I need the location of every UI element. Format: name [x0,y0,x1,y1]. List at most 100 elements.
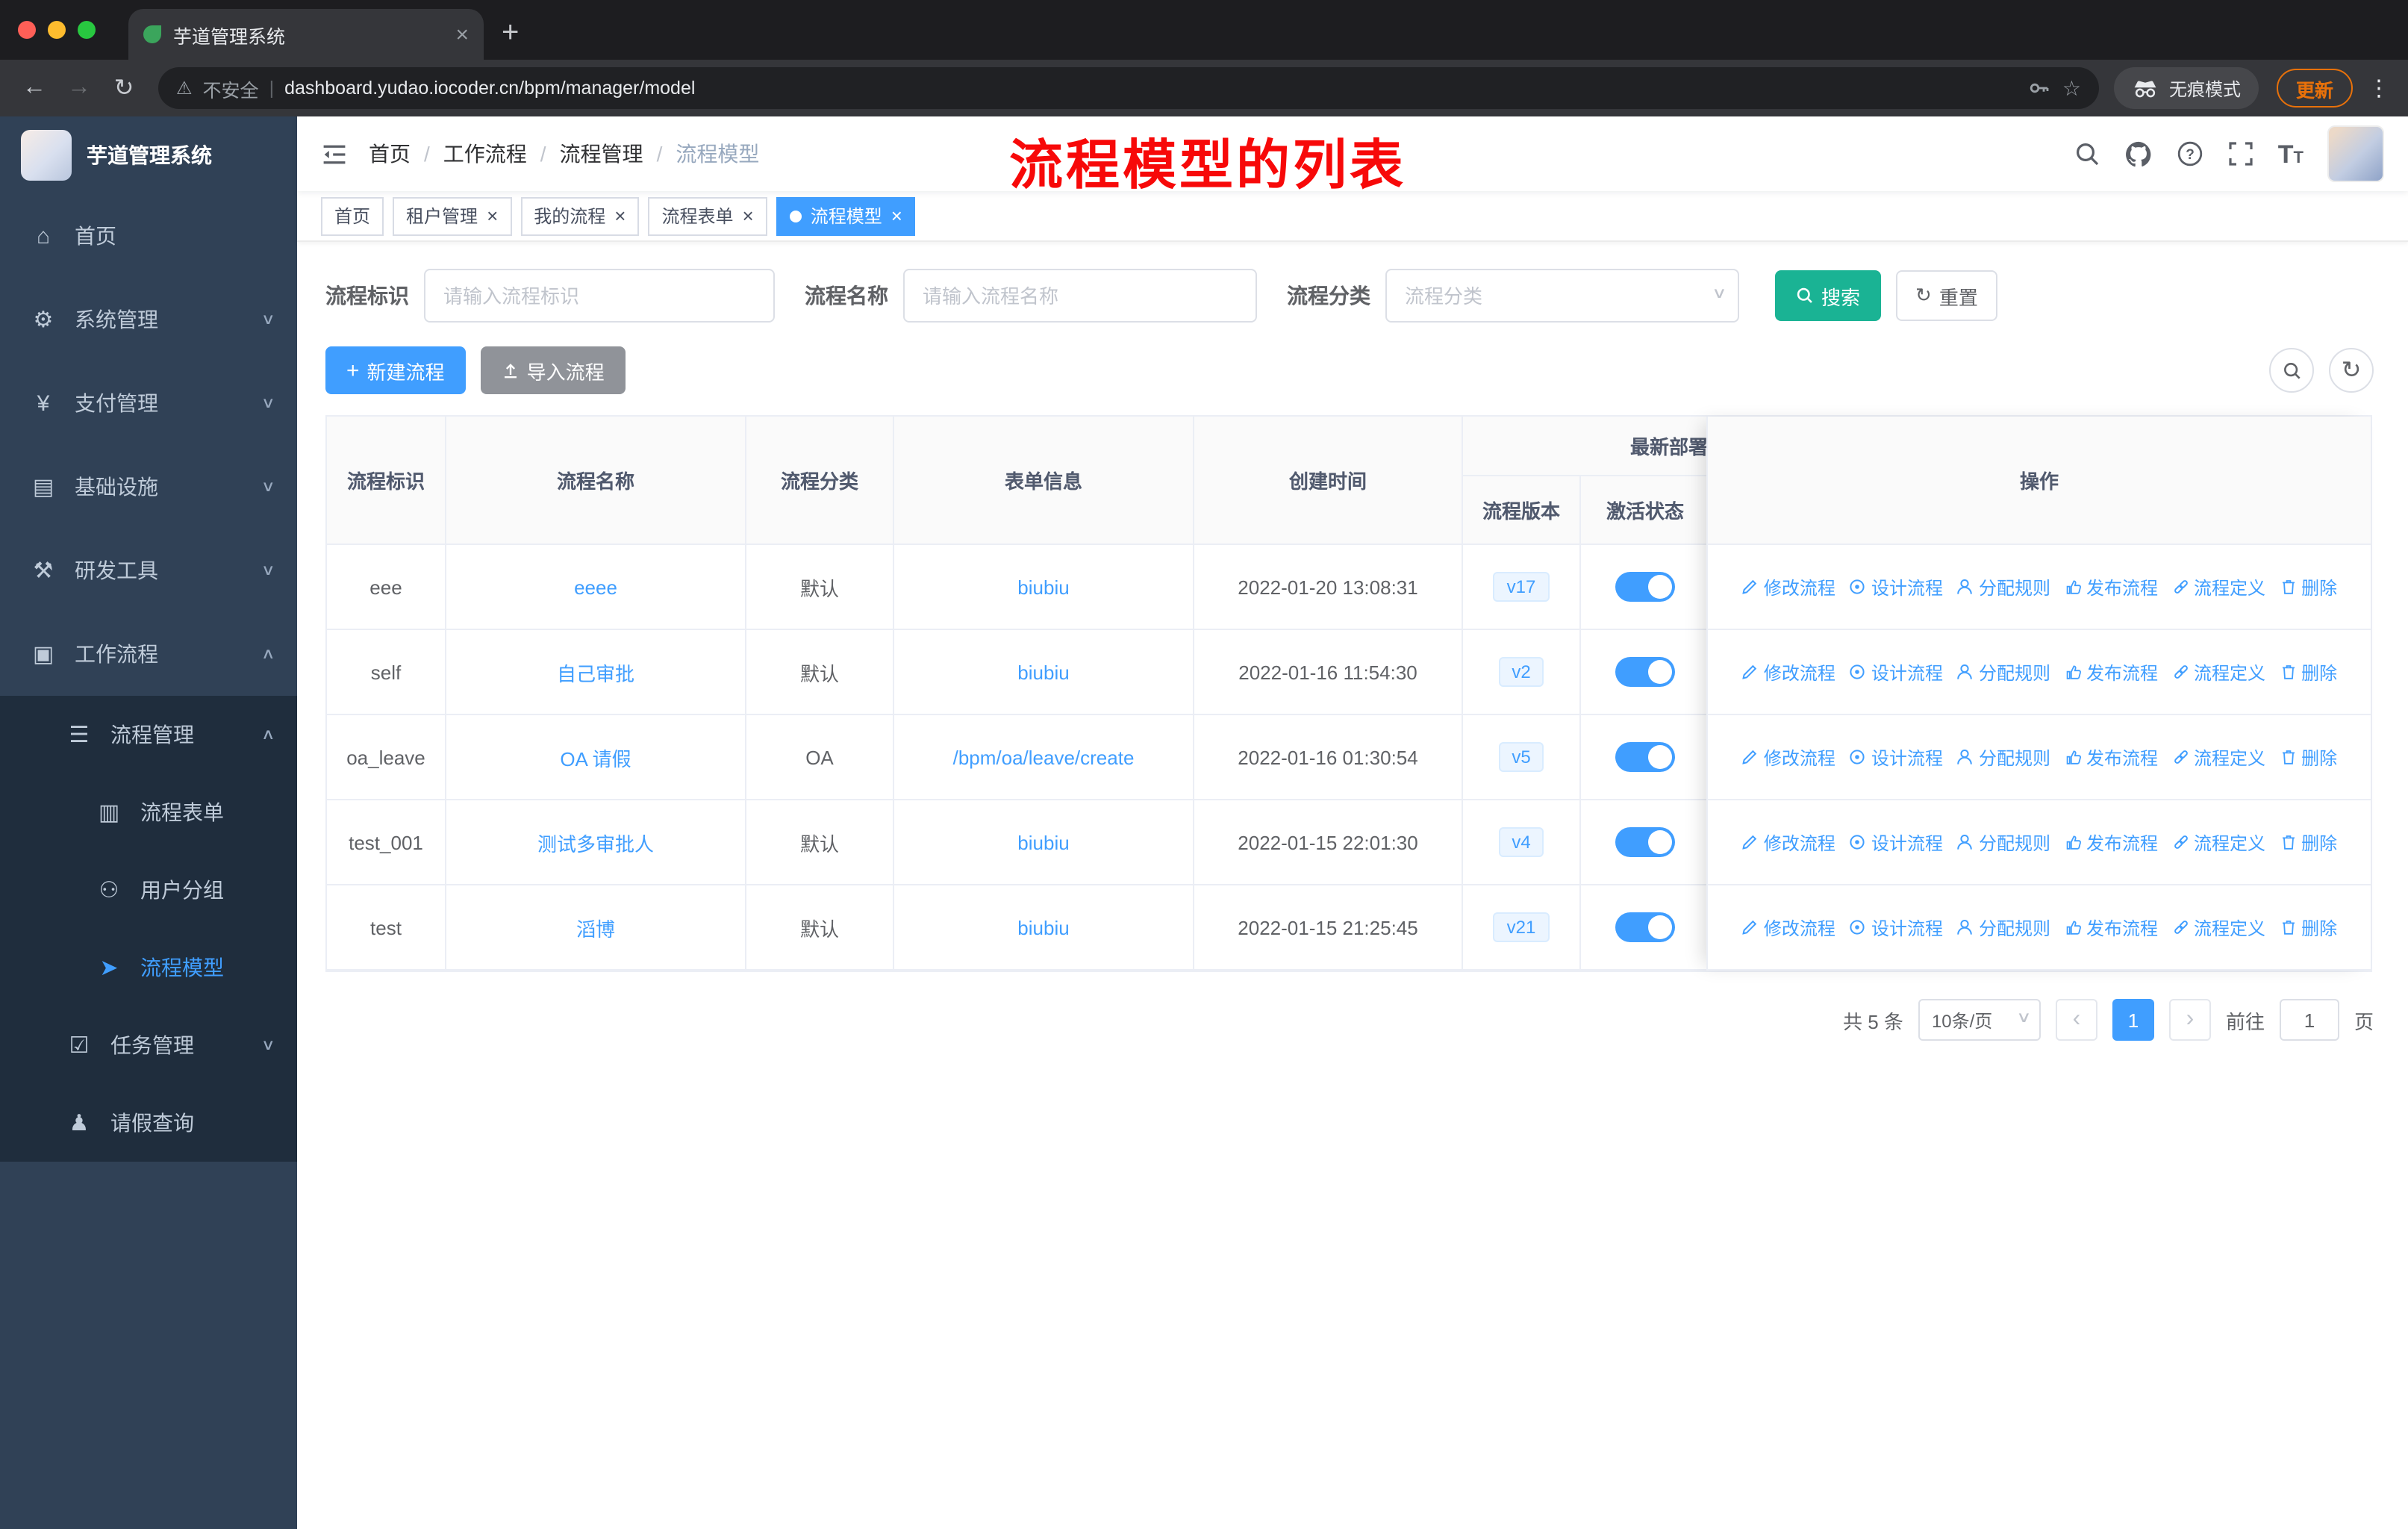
action-delete-link[interactable]: 删除 [2279,915,2337,940]
breadcrumb-item[interactable]: 首页 [369,139,411,169]
breadcrumb-item[interactable]: 流程管理 [560,139,643,169]
help-icon[interactable]: ? [2177,140,2203,167]
action-publish-link[interactable]: 发布流程 [2064,574,2158,600]
forward-button[interactable]: → [60,75,99,102]
back-button[interactable]: ← [15,75,54,102]
process-name-link[interactable]: OA 请假 [560,743,631,771]
toggle-search-button[interactable] [2269,348,2314,393]
user-avatar[interactable] [2327,125,2384,182]
action-definition-link[interactable]: 流程定义 [2171,574,2265,600]
version-tag[interactable]: v2 [1498,656,1544,688]
font-size-icon[interactable]: TT [2278,141,2303,166]
sidebar-item-process-model[interactable]: ➤ 流程模型 [0,929,297,1006]
action-definition-link[interactable]: 流程定义 [2171,744,2265,770]
sidebar-item-user-group[interactable]: ⚇ 用户分组 [0,851,297,929]
form-info-link[interactable]: biubiu [1017,661,1069,683]
tag-租户管理[interactable]: 租户管理 × [393,196,512,235]
security-warning-icon[interactable]: ⚠ [176,78,193,99]
form-info-link[interactable]: /bpm/oa/leave/create [953,746,1135,768]
sidebar-item-home[interactable]: ⌂ 首页 [0,194,297,278]
prev-page-button[interactable]: ‹ [2055,999,2097,1041]
version-tag[interactable]: v5 [1498,741,1544,773]
action-publish-link[interactable]: 发布流程 [2064,659,2158,685]
process-name-input[interactable] [903,269,1257,323]
process-name-link[interactable]: 自己审批 [557,658,634,686]
action-publish-link[interactable]: 发布流程 [2064,744,2158,770]
action-delete-link[interactable]: 删除 [2279,744,2337,770]
tag-close-icon[interactable]: × [891,206,902,225]
sidebar-item-process-management[interactable]: ☰ 流程管理 ∧ [0,696,297,773]
tab-close-icon[interactable]: × [455,23,469,46]
page-size-select[interactable]: 10条/页 ∨ [1918,999,2041,1041]
action-edit-link[interactable]: 修改流程 [1741,744,1835,770]
sidebar-item-system[interactable]: ⚙ 系统管理 ∨ [0,278,297,361]
action-design-link[interactable]: 设计流程 [1849,829,1943,855]
process-category-select[interactable] [1385,269,1739,323]
address-bar[interactable]: ⚠ 不安全 | dashboard.yudao.iocoder.cn/bpm/m… [158,67,2099,109]
tag-close-icon[interactable]: × [487,206,498,225]
action-assign-link[interactable]: 分配规则 [1956,744,2050,770]
bookmark-star-icon[interactable]: ☆ [2062,75,2081,101]
action-publish-link[interactable]: 发布流程 [2064,829,2158,855]
sidebar-item-leave-query[interactable]: ♟ 请假查询 [0,1084,297,1162]
action-definition-link[interactable]: 流程定义 [2171,659,2265,685]
tag-首页[interactable]: 首页 [321,196,384,235]
action-delete-link[interactable]: 删除 [2279,829,2337,855]
import-process-button[interactable]: 导入流程 [480,346,626,394]
chrome-update-button[interactable]: 更新 [2276,69,2353,108]
action-definition-link[interactable]: 流程定义 [2171,829,2265,855]
goto-page-input[interactable] [2279,999,2339,1041]
tag-close-icon[interactable]: × [743,206,754,225]
action-delete-link[interactable]: 删除 [2279,659,2337,685]
action-edit-link[interactable]: 修改流程 [1741,915,1835,940]
form-info-link[interactable]: biubiu [1017,916,1069,938]
active-toggle[interactable] [1615,742,1675,772]
process-name-link[interactable]: 测试多审批人 [537,828,654,856]
tag-我的流程[interactable]: 我的流程 × [520,196,640,235]
sidebar-item-infrastructure[interactable]: ▤ 基础设施 ∨ [0,445,297,529]
form-info-link[interactable]: biubiu [1017,831,1069,853]
action-delete-link[interactable]: 删除 [2279,574,2337,600]
sidebar-logo[interactable]: 芋道管理系统 [0,116,297,194]
action-assign-link[interactable]: 分配规则 [1956,574,2050,600]
version-tag[interactable]: v21 [1493,912,1550,943]
process-name-link[interactable]: eeee [574,576,617,598]
sidebar-fold-icon[interactable] [321,143,348,165]
browser-tab[interactable]: 芋道管理系统 × [128,9,484,60]
breadcrumb-item[interactable]: 工作流程 [443,139,527,169]
create-process-button[interactable]: + 新建流程 [325,346,466,394]
version-tag[interactable]: v4 [1498,826,1544,858]
action-assign-link[interactable]: 分配规则 [1956,659,2050,685]
next-page-button[interactable]: › [2168,999,2211,1041]
active-toggle[interactable] [1615,657,1675,687]
tag-流程模型[interactable]: 流程模型 × [776,196,916,235]
tag-close-icon[interactable]: × [614,206,626,225]
browser-menu-icon[interactable]: ⋮ [2368,75,2390,102]
macos-close-button[interactable] [18,21,36,39]
sidebar-item-process-form[interactable]: ▥ 流程表单 [0,773,297,851]
sidebar-item-task-management[interactable]: ☑ 任务管理 ∨ [0,1006,297,1084]
action-edit-link[interactable]: 修改流程 [1741,574,1835,600]
active-toggle[interactable] [1615,827,1675,857]
reset-button[interactable]: ↻ 重置 [1896,270,1997,321]
fullscreen-icon[interactable] [2227,140,2254,167]
tag-流程表单[interactable]: 流程表单 × [648,196,767,235]
github-icon[interactable] [2124,140,2153,168]
action-publish-link[interactable]: 发布流程 [2064,915,2158,940]
sidebar-item-workflow[interactable]: ▣ 工作流程 ∧ [0,612,297,696]
active-toggle[interactable] [1615,912,1675,942]
action-edit-link[interactable]: 修改流程 [1741,659,1835,685]
reload-button[interactable]: ↻ [105,73,143,103]
refresh-table-button[interactable]: ↻ [2329,348,2374,393]
action-assign-link[interactable]: 分配规则 [1956,829,2050,855]
version-tag[interactable]: v17 [1493,571,1550,602]
action-assign-link[interactable]: 分配规则 [1956,915,2050,940]
process-key-input[interactable] [424,269,775,323]
password-key-icon[interactable] [2028,76,2052,100]
process-name-link[interactable]: 滔博 [576,913,615,941]
action-definition-link[interactable]: 流程定义 [2171,915,2265,940]
action-design-link[interactable]: 设计流程 [1849,574,1943,600]
sidebar-item-devtools[interactable]: ⚒ 研发工具 ∨ [0,529,297,612]
macos-minimize-button[interactable] [48,21,66,39]
new-tab-button[interactable]: + [502,18,519,48]
